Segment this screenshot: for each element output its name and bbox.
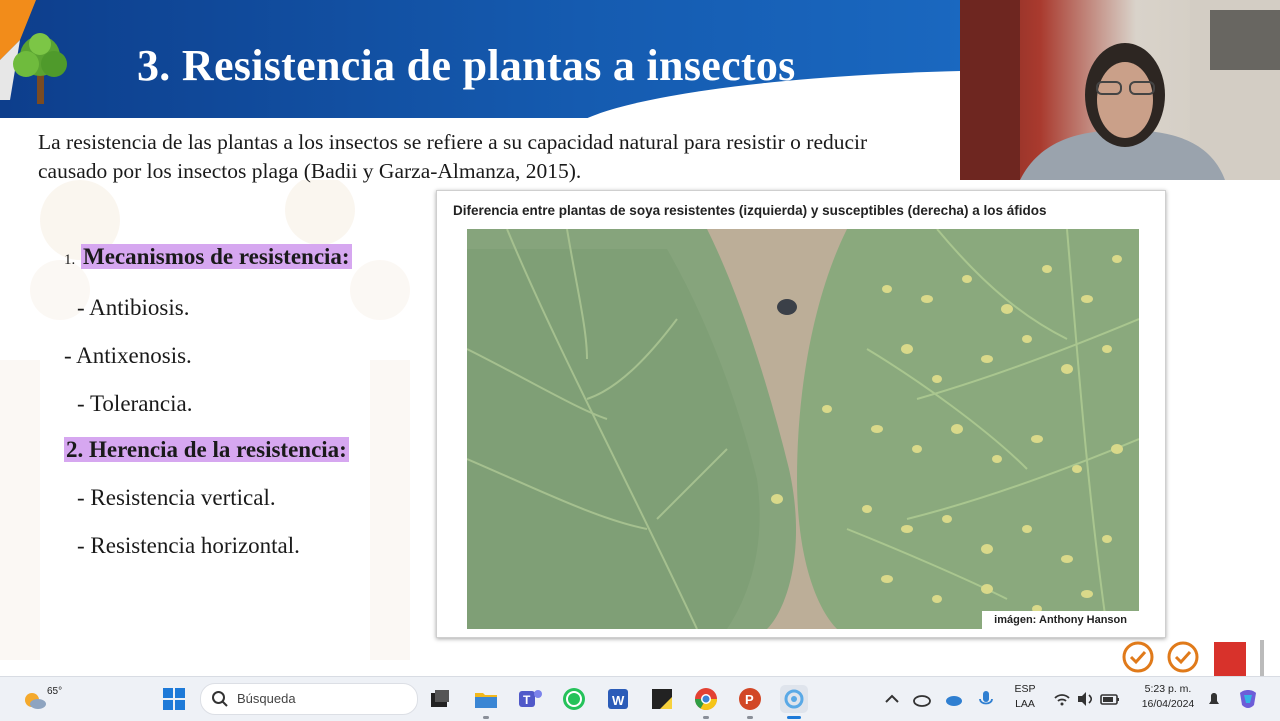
weather-sun-icon xyxy=(25,693,46,709)
presentation-slide: 3. Resistencia de plantas a insectos La … xyxy=(0,0,1280,676)
list-heading-inheritance: 2. Herencia de la resistencia: xyxy=(64,437,349,462)
clock[interactable]: 5:23 p. m. 16/04/2024 xyxy=(1128,683,1208,710)
chevron-up-icon[interactable] xyxy=(878,685,906,713)
list-sub-vertical: - Resistencia vertical. xyxy=(77,485,276,510)
weather-widget[interactable]: 65° xyxy=(14,681,74,717)
intro-line-1: La resistencia de las plantas a los inse… xyxy=(38,130,868,154)
language-code: ESP xyxy=(1014,683,1036,695)
running-indicator xyxy=(483,716,489,719)
intro-line-2: causado por los insectos plaga (Badii y … xyxy=(38,159,582,183)
list-item-mechanisms: 1. Mecanismos de resistencia: xyxy=(64,244,352,270)
search-placeholder: Búsqueda xyxy=(237,691,296,706)
teams-icon[interactable]: T xyxy=(516,685,544,713)
windows-taskbar: 65° Búsqueda T W P ESP LAA 5:23 p. m. 16… xyxy=(0,676,1280,721)
figure-caption: Diferencia entre plantas de soya resiste… xyxy=(453,203,1047,218)
weather-temperature: 65° xyxy=(47,686,63,697)
battery-icon[interactable] xyxy=(1096,685,1124,713)
svg-text:P: P xyxy=(745,692,754,707)
svg-text:W: W xyxy=(612,693,625,708)
cloud-sync-icon[interactable] xyxy=(940,685,968,713)
list-heading-mechanisms: Mecanismos de resistencia: xyxy=(81,244,352,269)
list-sub-tolerancia: - Tolerancia. xyxy=(77,391,193,416)
running-indicator xyxy=(787,716,801,719)
list-sub-horizontal: - Resistencia horizontal. xyxy=(77,533,300,558)
running-indicator xyxy=(747,716,753,719)
input-language[interactable]: ESP LAA xyxy=(1008,683,1042,710)
list-item-inheritance: 2. Herencia de la resistencia: xyxy=(64,437,349,463)
task-view-icon[interactable] xyxy=(426,685,454,713)
word-icon[interactable]: W xyxy=(604,685,632,713)
soy-leaves-figure: Diferencia entre plantas de soya resiste… xyxy=(436,190,1166,638)
svg-text:T: T xyxy=(523,693,531,707)
start-windows-icon[interactable] xyxy=(160,685,188,713)
list-sub-antixenosis: - Antixenosis. xyxy=(64,343,192,368)
figure-credit: imágen: Anthony Hanson xyxy=(982,611,1139,629)
microphone-icon[interactable] xyxy=(972,685,1000,713)
file-explorer-icon[interactable] xyxy=(472,685,500,713)
list-sub-antibiosis: - Antibiosis. xyxy=(77,295,190,320)
chrome-icon[interactable] xyxy=(692,685,720,713)
slide-title: 3. Resistencia de plantas a insectos xyxy=(137,41,796,90)
tree-logo-icon xyxy=(13,33,67,104)
clock-time: 5:23 p. m. xyxy=(1144,683,1192,695)
certification-logos xyxy=(1122,640,1264,676)
intro-paragraph: La resistencia de las plantas a los inse… xyxy=(38,128,968,186)
taskbar-search[interactable]: Búsqueda xyxy=(200,683,418,715)
onedrive-icon[interactable] xyxy=(908,685,936,713)
powerpoint-icon[interactable]: P xyxy=(736,685,764,713)
notifications-icon[interactable] xyxy=(1200,685,1228,713)
running-indicator xyxy=(703,716,709,719)
figure-photo: imágen: Anthony Hanson xyxy=(467,229,1139,629)
keyboard-layout: LAA xyxy=(1015,698,1035,710)
copilot-icon[interactable] xyxy=(1234,685,1262,713)
list-number: 1. xyxy=(64,252,76,268)
active-app-icon[interactable] xyxy=(780,685,808,713)
search-icon xyxy=(212,691,228,707)
webcam-video-feed xyxy=(960,0,1280,180)
sticky-notes-icon[interactable] xyxy=(648,685,676,713)
presenter-video-image xyxy=(960,0,1280,180)
soy-leaves-photo-image xyxy=(467,229,1139,629)
clock-date: 16/04/2024 xyxy=(1141,698,1195,710)
whatsapp-icon[interactable] xyxy=(560,685,588,713)
